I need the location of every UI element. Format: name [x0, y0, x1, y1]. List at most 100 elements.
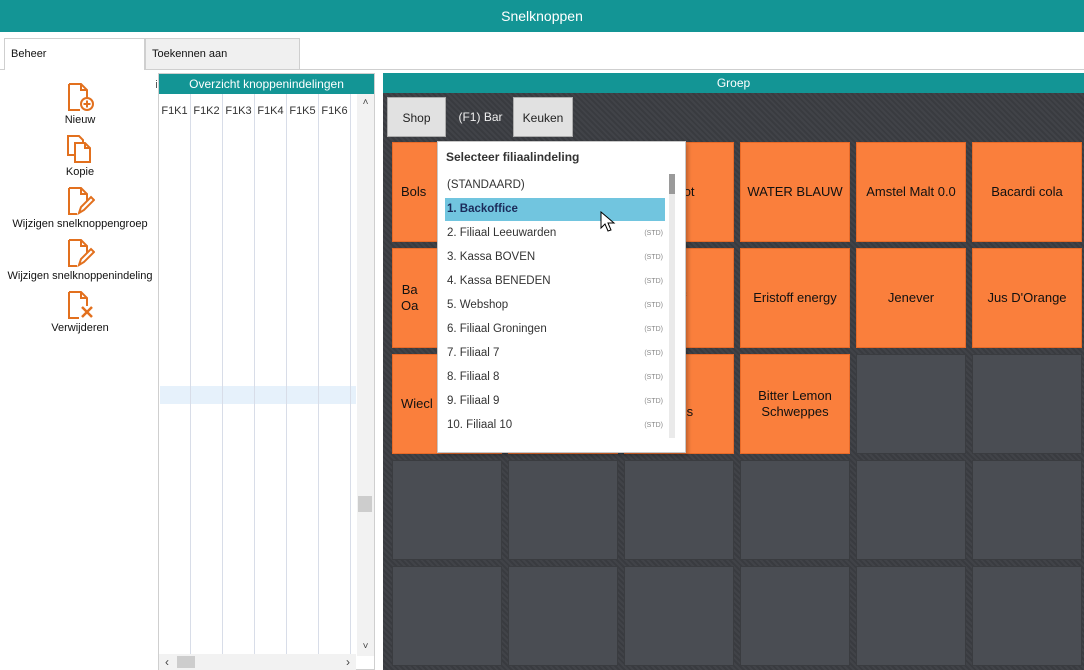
- scroll-up-icon[interactable]: ˄: [357, 94, 374, 111]
- std-badge: (STD): [644, 422, 663, 429]
- overview-grid[interactable]: F1K1 F1K2 F1K3 F1K4 F1K5 F1K6: [159, 94, 356, 656]
- dropdown-item-label: 2. Filiaal Leeuwarden: [447, 227, 557, 239]
- empty-tile[interactable]: [508, 460, 618, 560]
- tile-label: WATER BLAUW: [747, 184, 843, 199]
- column-header[interactable]: F1K1: [159, 94, 191, 656]
- empty-tile[interactable]: [392, 460, 502, 560]
- mouse-cursor-icon: [600, 211, 616, 232]
- dropdown-item-label: 5. Webshop: [447, 299, 509, 311]
- delete-document-icon: [68, 291, 93, 319]
- product-tile[interactable]: Eristoff energy: [740, 248, 850, 348]
- dropdown-item-label: (STANDAARD): [447, 179, 525, 191]
- empty-tile[interactable]: [392, 566, 502, 666]
- dropdown-title: Selecteer filiaalindeling: [446, 150, 580, 164]
- group-tab-keuken[interactable]: Keuken: [513, 97, 573, 137]
- dropdown-scroll-thumb[interactable]: [669, 174, 675, 194]
- vertical-scrollbar[interactable]: ˄ ˅: [357, 94, 374, 656]
- tile-label: Eristoff energy: [753, 290, 837, 305]
- empty-tile[interactable]: [972, 566, 1082, 666]
- edit-layout-label: Wijzigen snelknoppenindeling: [7, 270, 153, 282]
- delete-button[interactable]: Verwijderen: [4, 290, 156, 340]
- dropdown-item-label: 8. Filiaal 8: [447, 371, 500, 383]
- delete-label: Verwijderen: [51, 322, 109, 334]
- dropdown-item[interactable]: 4. Kassa BENEDEN (STD): [445, 270, 665, 293]
- new-document-icon: [68, 83, 94, 111]
- empty-tile[interactable]: [972, 460, 1082, 560]
- dropdown-item[interactable]: 1. Backoffice: [445, 198, 665, 221]
- product-tile[interactable]: Jenever: [856, 248, 966, 348]
- tab-toekennen-filialen[interactable]: Toekennen aan filialen/kassa's: [145, 38, 300, 91]
- empty-tile[interactable]: [856, 460, 966, 560]
- product-tile[interactable]: Jus D'Orange: [972, 248, 1082, 348]
- scroll-right-icon[interactable]: ›: [340, 654, 356, 670]
- overview-title: Overzicht knoppenindelingen: [159, 74, 374, 94]
- dropdown-item[interactable]: 2. Filiaal Leeuwarden (STD): [445, 222, 665, 245]
- dropdown-item[interactable]: (STANDAARD): [445, 174, 665, 197]
- empty-tile[interactable]: [740, 566, 850, 666]
- product-tile[interactable]: WATER BLAUW: [740, 142, 850, 242]
- std-badge: (STD): [644, 398, 663, 405]
- edit-group-button[interactable]: Wijzigen snelknoppengroep: [4, 186, 156, 236]
- column-header[interactable]: F1K3: [223, 94, 255, 656]
- dropdown-item-label: 3. Kassa BOVEN: [447, 251, 536, 263]
- scroll-left-icon[interactable]: ‹: [159, 654, 175, 670]
- std-badge: (STD): [644, 326, 663, 333]
- column-header[interactable]: F1K2: [191, 94, 223, 656]
- std-badge: (STD): [644, 350, 663, 357]
- horizontal-scrollbar[interactable]: ‹ ›: [159, 654, 356, 670]
- dropdown-item[interactable]: 3. Kassa BOVEN (STD): [445, 246, 665, 269]
- dropdown-item-label: 9. Filiaal 9: [447, 395, 500, 407]
- dropdown-item-label: 4. Kassa BENEDEN: [447, 275, 551, 287]
- actions-panel: Nieuw Kopie Wijzigen snelknoppengroep Wi…: [4, 70, 156, 670]
- scroll-down-icon[interactable]: ˅: [357, 638, 374, 655]
- column-header[interactable]: F1K4: [255, 94, 287, 656]
- std-badge: (STD): [644, 230, 663, 237]
- copy-label: Kopie: [65, 166, 95, 178]
- tile-label: Jenever: [887, 290, 935, 305]
- dropdown-scrollbar[interactable]: [669, 174, 675, 438]
- copy-button[interactable]: Kopie: [4, 134, 156, 184]
- tile-label: Wiecl: [401, 396, 433, 411]
- dropdown-item[interactable]: 8. Filiaal 8 (STD): [445, 366, 665, 389]
- column-header[interactable]: F1K6: [319, 94, 351, 656]
- copy-icon: [67, 135, 91, 163]
- product-tile[interactable]: Amstel Malt 0.0: [856, 142, 966, 242]
- tile-label: Bols: [401, 184, 427, 199]
- tile-label: Jus D'Orange: [987, 290, 1067, 305]
- empty-tile[interactable]: [856, 354, 966, 454]
- overview-panel: Overzicht knoppenindelingen F1K1 F1K2 F1…: [158, 73, 375, 670]
- branch-layout-dropdown[interactable]: Selecteer filiaalindeling (STANDAARD) 1. …: [437, 141, 686, 453]
- new-button[interactable]: Nieuw: [4, 82, 156, 132]
- edit-layout-button[interactable]: Wijzigen snelknoppenindeling: [4, 238, 156, 288]
- edit-group-label: Wijzigen snelknoppengroep: [12, 218, 148, 230]
- tab-beheer-knoppenindelingen[interactable]: Beheer knoppenindelingen: [4, 38, 145, 91]
- std-badge: (STD): [644, 254, 663, 261]
- dropdown-item[interactable]: 5. Webshop (STD): [445, 294, 665, 317]
- empty-tile[interactable]: [740, 460, 850, 560]
- std-badge: (STD): [644, 374, 663, 381]
- empty-tile[interactable]: [508, 566, 618, 666]
- empty-tile[interactable]: [624, 566, 734, 666]
- product-tile[interactable]: Bitter Lemon Schweppes: [740, 354, 850, 454]
- group-title: Groep: [383, 73, 1084, 93]
- dropdown-item-label: 6. Filiaal Groningen: [447, 323, 547, 335]
- product-tile[interactable]: Bacardi cola: [972, 142, 1082, 242]
- std-badge: (STD): [644, 302, 663, 309]
- scroll-thumb[interactable]: [177, 656, 195, 668]
- column-header[interactable]: F1K5: [287, 94, 319, 656]
- empty-tile[interactable]: [972, 354, 1082, 454]
- empty-tile[interactable]: [624, 460, 734, 560]
- scroll-thumb[interactable]: [358, 496, 372, 512]
- empty-tile[interactable]: [856, 566, 966, 666]
- group-tab-bar[interactable]: (F1) Bar: [449, 97, 512, 137]
- edit-document-icon: [68, 239, 95, 268]
- dropdown-item[interactable]: 6. Filiaal Groningen (STD): [445, 318, 665, 341]
- group-tab-shop[interactable]: Shop: [387, 97, 446, 137]
- dropdown-item[interactable]: 7. Filiaal 7 (STD): [445, 342, 665, 365]
- dropdown-item[interactable]: 9. Filiaal 9 (STD): [445, 390, 665, 413]
- dropdown-item[interactable]: 10. Filiaal 10 (STD): [445, 414, 665, 437]
- tile-label: Bitter Lemon Schweppes: [758, 388, 832, 419]
- tile-label: Bacardi cola: [991, 184, 1063, 199]
- new-label: Nieuw: [64, 114, 96, 126]
- dropdown-item-label: 7. Filiaal 7: [447, 347, 500, 359]
